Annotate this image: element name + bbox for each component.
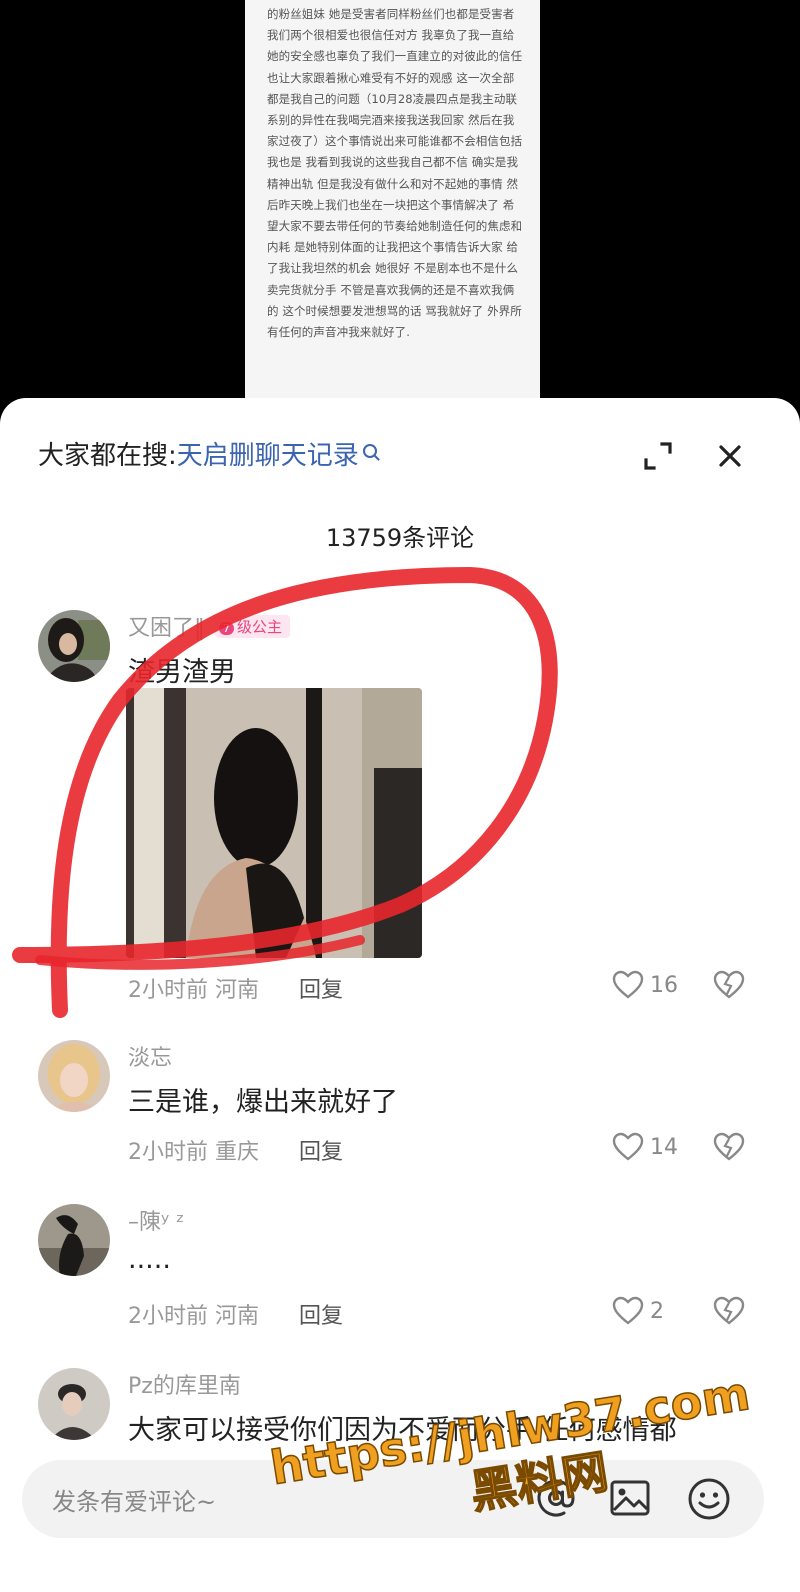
dislike-icon[interactable] xyxy=(712,1132,746,1162)
trending-search[interactable]: 大家都在搜:天启删聊天记录 xyxy=(38,440,377,472)
comment-count: 13759条评论 xyxy=(325,524,475,552)
comment-text: 渣男渣男 xyxy=(128,657,236,688)
comment-meta: 2小时前 河南 回复 xyxy=(128,1304,344,1329)
close-icon[interactable] xyxy=(712,438,748,474)
like-button[interactable]: 14 xyxy=(612,1132,678,1162)
comment-input-bar[interactable]: 发条有爱评论~ xyxy=(22,1460,764,1538)
heart-icon xyxy=(612,1132,644,1161)
statement-text: 的粉丝姐妹 她是受害者同样粉丝们也都是受害者 我们两个很相爱也很信任对方 我辜负… xyxy=(267,7,523,340)
like-button[interactable]: 2 xyxy=(612,1296,664,1326)
emoji-icon[interactable] xyxy=(686,1476,732,1522)
comment-text: 大家可以接受你们因为不爱而分手 任何感情都 xyxy=(128,1415,677,1446)
like-button[interactable]: 16 xyxy=(612,970,678,1000)
avatar[interactable] xyxy=(38,1040,110,1112)
avatar[interactable] xyxy=(38,1204,110,1276)
like-count: 16 xyxy=(650,972,678,998)
statement-screenshot: 的粉丝姐妹 她是受害者同样粉丝们也都是受害者 我们两个很相爱也很信任对方 我辜负… xyxy=(245,0,540,400)
avatar[interactable] xyxy=(38,1368,110,1440)
expand-icon[interactable] xyxy=(640,438,676,474)
heart-icon xyxy=(612,970,644,999)
reply-button[interactable]: 回复 xyxy=(299,1140,343,1165)
image-icon[interactable] xyxy=(608,1476,652,1520)
comment-username[interactable]: Pz的库里南 xyxy=(128,1368,241,1400)
dislike-icon[interactable] xyxy=(712,1296,746,1326)
dislike-icon[interactable] xyxy=(712,970,746,1000)
search-term-link[interactable]: 天启删聊天记录 xyxy=(177,441,359,471)
like-count: 14 xyxy=(650,1134,678,1160)
heart-icon xyxy=(612,1296,644,1325)
like-count: 2 xyxy=(650,1298,664,1324)
avatar[interactable] xyxy=(38,610,110,682)
level-badge: 7 级公主 xyxy=(215,615,291,638)
comment-text: ..... xyxy=(128,1244,171,1275)
search-prefix: 大家都在搜: xyxy=(38,441,177,471)
comment-input[interactable]: 发条有爱评论~ xyxy=(52,1482,216,1517)
comment-image[interactable] xyxy=(126,688,422,958)
comment-sheet: 大家都在搜:天启删聊天记录 13759条评论 又困了‖ 7 级公主 渣男渣男 2… xyxy=(0,398,800,1592)
comment-username[interactable]: 淡忘 xyxy=(128,1040,172,1072)
video-area[interactable]: 的粉丝姐妹 她是受害者同样粉丝们也都是受害者 我们两个很相爱也很信任对方 我辜负… xyxy=(0,0,800,420)
comment-username[interactable]: –陳ʸ ᶻ xyxy=(128,1204,184,1236)
comment-username[interactable]: 又困了‖ 7 级公主 xyxy=(128,610,291,642)
search-icon xyxy=(362,444,377,458)
reply-button[interactable]: 回复 xyxy=(299,978,343,1003)
comment-text: 三是谁，爆出来就好了 xyxy=(128,1087,398,1118)
comment-meta: 2小时前 河南 回复 xyxy=(128,978,344,1003)
reply-button[interactable]: 回复 xyxy=(299,1304,343,1329)
mention-icon[interactable] xyxy=(534,1476,578,1520)
comment-meta: 2小时前 重庆 回复 xyxy=(128,1140,344,1165)
